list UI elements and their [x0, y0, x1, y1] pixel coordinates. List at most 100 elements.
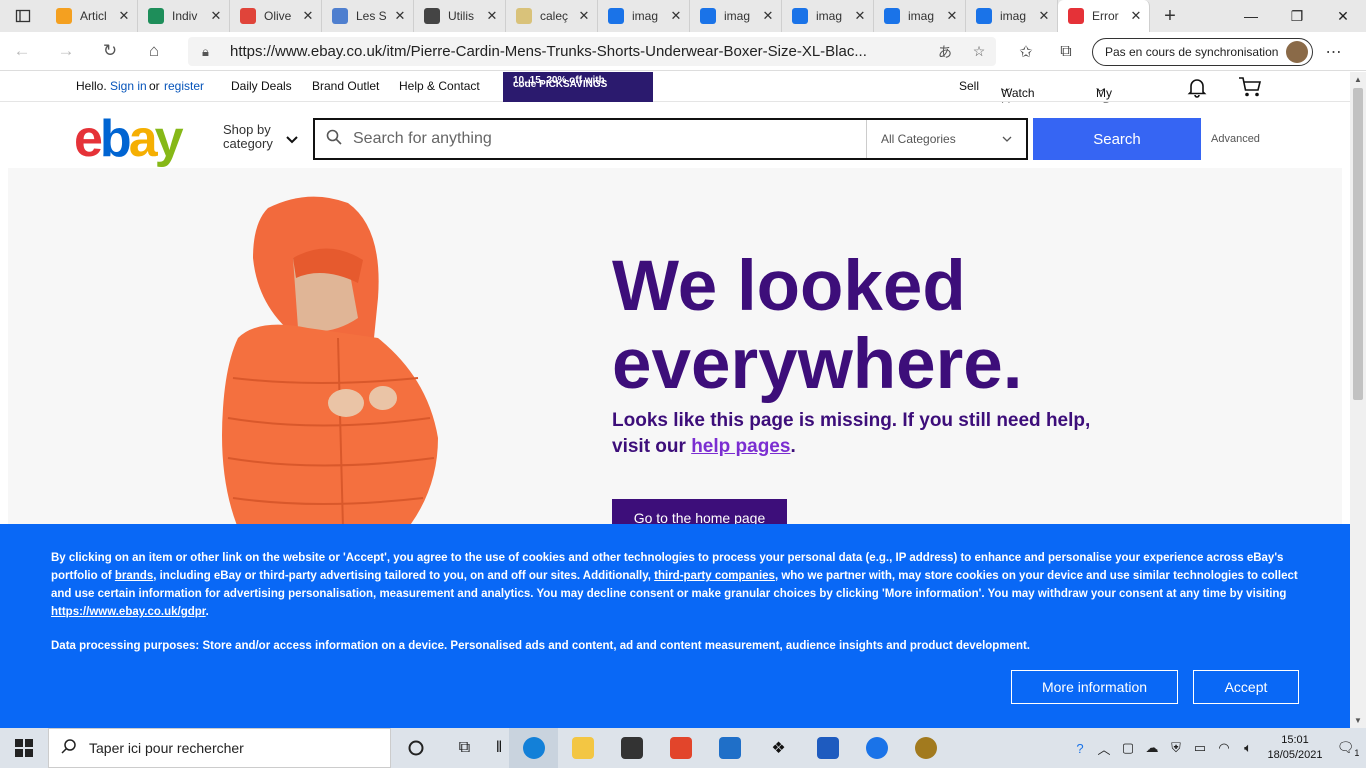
office-icon[interactable]: [656, 728, 705, 768]
browser-tab[interactable]: caleç ✕: [506, 0, 598, 32]
tab-close-icon[interactable]: ✕: [301, 8, 315, 24]
help-icon[interactable]: ?: [1068, 741, 1092, 756]
browser-tab[interactable]: Olive ✕: [230, 0, 322, 32]
tab-close-icon[interactable]: ✕: [1037, 8, 1051, 24]
cookie-consent-banner: By clicking on an item or other link on …: [0, 524, 1350, 728]
daily-deals-link[interactable]: Daily Deals: [231, 79, 292, 93]
ebay-logo[interactable]: ebay: [74, 110, 184, 168]
browser-tab[interactable]: imag ✕: [874, 0, 966, 32]
shop-by-category-button[interactable]: Shop by category: [223, 123, 273, 151]
bing-icon[interactable]: [852, 728, 901, 768]
browser-tab[interactable]: imag ✕: [598, 0, 690, 32]
new-tab-button[interactable]: +: [1150, 0, 1190, 32]
meet-now-icon[interactable]: ▢: [1116, 740, 1140, 756]
profile-sync-button[interactable]: Pas en cours de synchronisation: [1092, 37, 1314, 66]
more-information-button[interactable]: More information: [1011, 670, 1178, 704]
browser-tab[interactable]: imag ✕: [966, 0, 1058, 32]
ebay-top-nav: Hello. Sign in or register Daily Deals B…: [0, 72, 1350, 114]
browser-tab[interactable]: Error ✕: [1058, 0, 1150, 32]
store-icon[interactable]: [607, 728, 656, 768]
notification-bell-icon[interactable]: [1186, 76, 1208, 98]
forward-icon[interactable]: →: [44, 32, 88, 71]
cart-icon[interactable]: [1238, 76, 1262, 98]
refresh-icon[interactable]: ↻: [88, 32, 132, 71]
wow-icon[interactable]: [901, 728, 950, 768]
help-contact-link[interactable]: Help & Contact: [399, 79, 480, 93]
onedrive-icon[interactable]: ☁: [1140, 740, 1164, 756]
tab-favicon-icon: [884, 8, 900, 24]
sell-link[interactable]: Sell: [959, 79, 979, 93]
volume-icon[interactable]: 🔈︎: [1236, 740, 1260, 756]
taskbar-search-box[interactable]: Taper ici pour rechercher: [48, 728, 391, 768]
battery-icon[interactable]: ▭: [1188, 740, 1212, 756]
url-field[interactable]: 🔒︎ https://www.ebay.co.uk/itm/Pierre-Car…: [188, 37, 996, 66]
security-icon[interactable]: ⛨: [1164, 740, 1188, 756]
gdpr-link[interactable]: https://www.ebay.co.uk/gdpr: [51, 606, 206, 618]
search-input[interactable]: [353, 130, 866, 148]
register-link[interactable]: register: [164, 79, 204, 93]
tab-close-icon[interactable]: ✕: [393, 8, 407, 24]
cortana-icon[interactable]: [391, 728, 440, 768]
scrollbar-thumb[interactable]: [1353, 88, 1363, 400]
go-home-button[interactable]: Go to the home page: [612, 499, 787, 524]
sign-in-link[interactable]: Sign in: [110, 79, 147, 93]
tab-close-icon[interactable]: ✕: [669, 8, 683, 24]
tab-close-icon[interactable]: ✕: [117, 8, 131, 24]
collections-icon[interactable]: ⧉: [1046, 43, 1086, 61]
dropbox-icon[interactable]: ❖: [754, 728, 803, 768]
tab-close-icon[interactable]: ✕: [485, 8, 499, 24]
browser-tab[interactable]: Utilis ✕: [414, 0, 506, 32]
file-explorer-icon[interactable]: [558, 728, 607, 768]
more-menu-icon[interactable]: ⋯: [1313, 42, 1353, 62]
accept-button[interactable]: Accept: [1193, 670, 1299, 704]
close-window-icon[interactable]: ✕: [1320, 0, 1366, 32]
tab-close-icon[interactable]: ✕: [209, 8, 223, 24]
back-icon[interactable]: ←: [0, 32, 44, 71]
chevron-down-icon[interactable]: [285, 135, 299, 145]
add-favorite-icon[interactable]: ☆: [962, 43, 996, 60]
edge-browser-icon[interactable]: [509, 728, 558, 768]
third-party-companies-link[interactable]: third-party companies: [654, 570, 775, 582]
search-icon: [61, 738, 89, 759]
scroll-up-icon[interactable]: ▲: [1354, 75, 1362, 84]
tab-favicon-icon: [976, 8, 992, 24]
taskbar-clock[interactable]: 15:01 18/05/2021: [1260, 733, 1330, 763]
tab-close-icon[interactable]: ✕: [1129, 8, 1143, 24]
category-select[interactable]: All Categories: [866, 120, 1026, 158]
scroll-down-icon[interactable]: ▼: [1354, 716, 1362, 725]
browser-tab[interactable]: imag ✕: [782, 0, 874, 32]
windows-start-icon[interactable]: [0, 728, 48, 768]
help-pages-link[interactable]: help pages: [691, 436, 790, 457]
wifi-icon[interactable]: ◠: [1212, 740, 1236, 756]
search-button[interactable]: Search: [1033, 118, 1201, 160]
favorites-icon[interactable]: ✩: [1006, 42, 1046, 62]
browser-tab[interactable]: Indiv ✕: [138, 0, 230, 32]
chevron-up-icon[interactable]: ︿: [1092, 739, 1116, 758]
minimize-icon[interactable]: —: [1228, 0, 1274, 32]
notification-center-icon[interactable]: 🗨︎1: [1330, 739, 1366, 758]
mail-icon[interactable]: [705, 728, 754, 768]
powershell-icon[interactable]: [803, 728, 852, 768]
logo-letter-y: y: [154, 110, 184, 168]
brands-link[interactable]: brands: [115, 570, 153, 582]
page-scrollbar[interactable]: ▲ ▼: [1350, 72, 1366, 728]
browser-tab[interactable]: imag ✕: [690, 0, 782, 32]
tab-close-icon[interactable]: ✕: [577, 8, 591, 24]
tab-close-icon[interactable]: ✕: [853, 8, 867, 24]
promo-banner[interactable]: 10, 15, 20% off with code PICKSAVINGS →: [503, 72, 653, 102]
windows-taskbar: Taper ici pour rechercher ⧉ ‖ ❖ ? ︿ ▢ ☁ …: [0, 728, 1366, 768]
task-view-icon[interactable]: ⧉: [440, 728, 489, 768]
restore-icon[interactable]: ❐: [1274, 0, 1320, 32]
tab-title: Error: [1092, 9, 1119, 23]
brand-outlet-link[interactable]: Brand Outlet: [312, 79, 379, 93]
home-icon[interactable]: ⌂: [132, 32, 176, 71]
tab-actions-icon[interactable]: [0, 0, 46, 32]
browser-tab[interactable]: Articl ✕: [46, 0, 138, 32]
tab-close-icon[interactable]: ✕: [945, 8, 959, 24]
search-icon: [315, 129, 353, 150]
browser-tab[interactable]: Les S ✕: [322, 0, 414, 32]
read-aloud-icon[interactable]: あ: [928, 42, 962, 62]
tab-close-icon[interactable]: ✕: [761, 8, 775, 24]
sync-label: Pas en cours de synchronisation: [1105, 44, 1279, 59]
advanced-search-link[interactable]: Advanced: [1211, 133, 1260, 145]
